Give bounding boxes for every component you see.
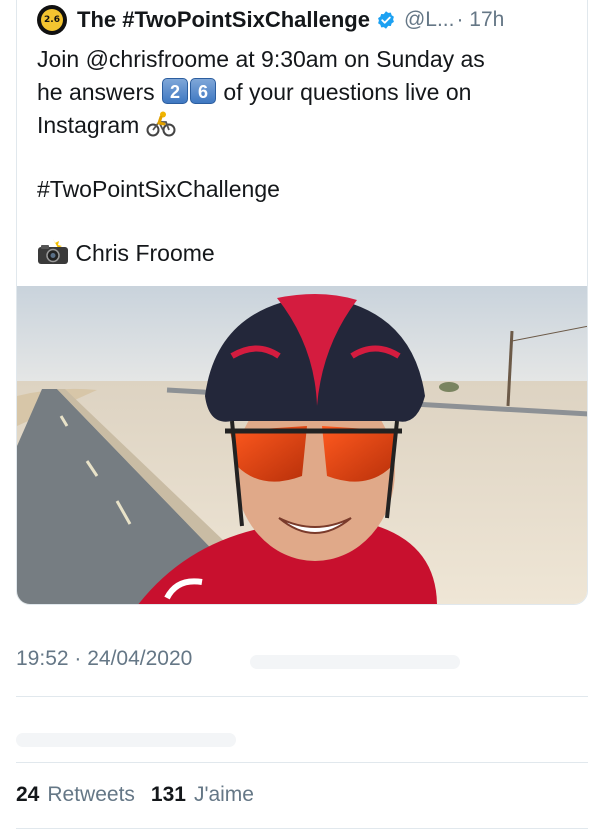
retweets-label[interactable]: Retweets — [47, 783, 135, 807]
challenge-logo-icon: 2.6 — [41, 9, 63, 31]
tweet-header: 2.6 The #TwoPointSixChallenge @L... · 17… — [37, 3, 577, 37]
divider — [16, 696, 588, 697]
tweet-text-fragment: he answers — [37, 79, 155, 105]
keycap-digit-two-icon: 2 — [162, 78, 189, 104]
tweet-text: Join @chrisfroome at 9:30am on Sunday as… — [37, 43, 577, 270]
avatar[interactable]: 2.6 — [37, 5, 67, 35]
tweet-time[interactable]: · 17h — [456, 8, 504, 32]
redacted-text — [250, 655, 460, 669]
retweets-count[interactable]: 24 — [16, 783, 39, 807]
display-name[interactable]: The #TwoPointSixChallenge — [77, 7, 370, 33]
tweet-timestamp[interactable]: 19:52 · 24/04/2020 — [16, 647, 192, 671]
keycap-digit-six-icon: 6 — [190, 78, 217, 104]
redacted-text — [16, 733, 236, 747]
cyclist-emoji-icon — [146, 111, 176, 137]
camera-flash-emoji-icon — [38, 239, 68, 264]
likes-count[interactable]: 131 — [151, 783, 186, 807]
divider — [16, 828, 588, 829]
tweet-card[interactable]: 2.6 The #TwoPointSixChallenge @L... · 17… — [16, 0, 588, 605]
tweet-text-fragment: of your questions live on — [223, 79, 472, 105]
likes-label[interactable]: J'aime — [194, 783, 254, 807]
tweet-line-3: Instagram — [37, 109, 577, 142]
handle[interactable]: @L... — [404, 8, 455, 32]
photo-credit-line: Chris Froome — [37, 237, 577, 270]
tweet-line-2: he answers 26 of your questions live on — [37, 76, 577, 109]
hashtag-link[interactable]: #TwoPointSixChallenge — [37, 173, 577, 206]
tweet-line-1: Join @chrisfroome at 9:30am on Sunday as — [37, 46, 485, 72]
instagram-word: Instagram — [37, 112, 140, 138]
photo-credit: Chris Froome — [75, 240, 215, 266]
tweet-photo[interactable] — [17, 286, 588, 605]
verified-badge-icon — [378, 11, 394, 29]
shrub — [439, 382, 459, 392]
divider — [16, 762, 588, 763]
tweet-stats: 24 Retweets 131 J'aime — [16, 783, 262, 807]
